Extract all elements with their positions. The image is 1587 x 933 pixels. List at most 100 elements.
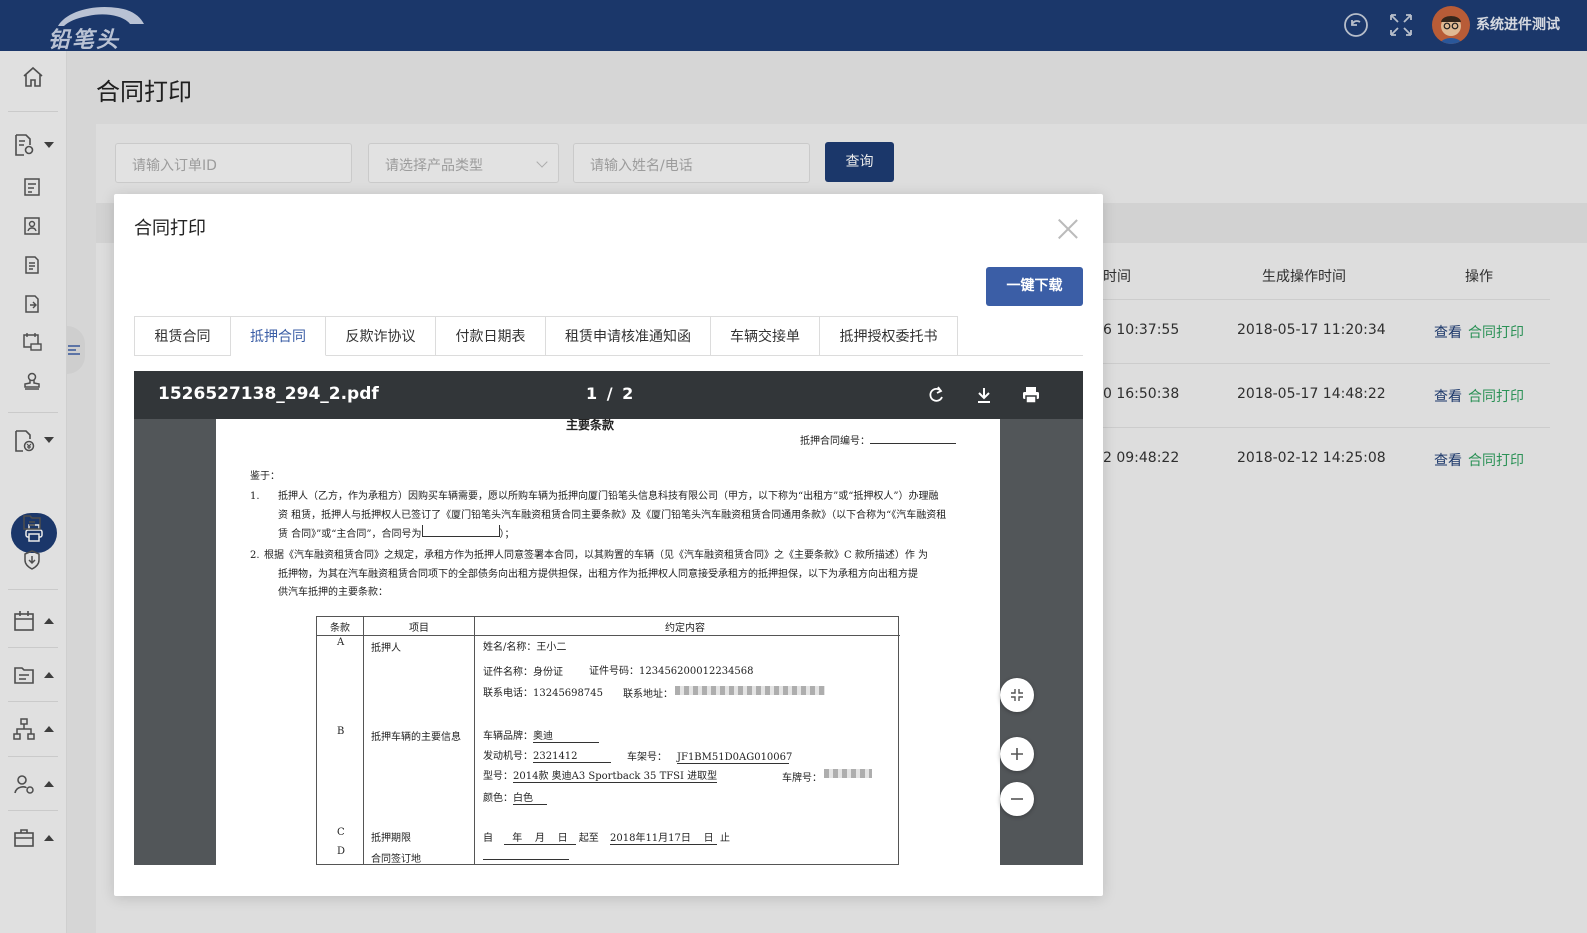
printer-icon[interactable]: [1021, 385, 1041, 405]
vin-value: JF1BM51D0AG010067: [677, 752, 793, 764]
field-brand: 车辆品牌：奥迪: [483, 727, 599, 743]
name-label: 姓名/名称：: [483, 642, 537, 653]
signing-place-blank: [483, 859, 569, 860]
term-month: 月: [534, 833, 545, 844]
clause-1-line-3-end: ）；: [499, 529, 515, 540]
clause-1-line-3: 赁 合同》”或“主合同”，合同号为 ）；: [278, 525, 515, 544]
tab-vehicle-handover[interactable]: 车辆交接单: [711, 316, 820, 356]
address-redacted: [675, 686, 825, 695]
table-col-line: [474, 617, 475, 865]
row-b-item: 抵押车辆的主要信息: [371, 732, 461, 743]
tab-payment-schedule[interactable]: 付款日期表: [436, 316, 546, 356]
pdf-page-indicator: 1 / 2: [586, 384, 633, 403]
vin-label: 车架号：: [627, 752, 667, 763]
color-value: 白色: [513, 789, 547, 805]
pdf-heading: 主要条款: [566, 418, 615, 432]
rotate-icon[interactable]: [926, 385, 946, 405]
table-col-line: [363, 617, 364, 865]
brand-label: 车辆品牌：: [483, 731, 533, 742]
zoom-out-button[interactable]: [1000, 782, 1034, 816]
print-contract-modal: 合同打印 一键下载 租赁合同 抵押合同 反欺诈协议 付款日期表 租赁申请核准通知…: [114, 194, 1103, 896]
name-value: 王小二: [536, 642, 567, 653]
minus-icon: [1011, 798, 1023, 800]
term-year: 年: [512, 833, 523, 844]
table-header-clause: 条款: [330, 623, 350, 634]
clause-2-number: 2.: [250, 550, 260, 561]
modal-title: 合同打印: [134, 218, 206, 239]
page-total: 2: [622, 384, 634, 403]
field-model: 型号：2014款 奥迪A3 Sportback 35 TFSI 进取型: [483, 767, 718, 783]
phone-value: 13245698745: [533, 688, 603, 699]
contract-number-blank: [870, 432, 956, 444]
fit-page-button[interactable]: [1000, 678, 1034, 712]
tab-anti-fraud[interactable]: 反欺诈协议: [326, 316, 436, 356]
engine-value: 2321412: [533, 751, 611, 763]
clause-1-line-3-text: 赁 合同》”或“主合同”，合同号为: [278, 529, 422, 540]
clause-1-line-2: 资 租赁，抵押人与抵押权人已签订了《厦门铅笔头汽车融资租赁合同主要条款》及《厦门…: [278, 510, 947, 521]
term-end: 止: [720, 833, 730, 844]
id-type-label: 证件名称：: [483, 667, 533, 678]
plate-redacted: [824, 769, 872, 778]
contract-no-blank: [421, 525, 500, 537]
term-start-date: 年 月 日: [504, 829, 576, 845]
whereas-label: 鉴于：: [250, 471, 280, 482]
contract-number: 抵押合同编号：: [800, 432, 956, 451]
mortgage-terms-table: 条款 项目 约定内容 A 抵押人 姓名/名称：王小二 证件名称：身份证 证件号码…: [316, 616, 900, 865]
field-engine: 发动机号：2321412: [483, 747, 611, 763]
row-c-code: C: [337, 827, 345, 838]
id-number-value: 123456200012234568: [639, 666, 754, 677]
pdf-filename: 1526527138_294_2.pdf: [158, 384, 379, 404]
clause-1-number: 1.: [250, 491, 260, 502]
pdf-viewer[interactable]: 1526527138_294_2.pdf 1 / 2 主要条款 抵押合同编号： …: [134, 371, 1083, 865]
term-end-value: 2018年11月17日: [610, 833, 691, 844]
tab-lease-contract[interactable]: 租赁合同: [134, 316, 231, 356]
term-end-day: 日: [703, 833, 714, 844]
brand-value: 奥迪: [533, 727, 599, 743]
id-number-label: 证件号码：: [589, 666, 639, 677]
contract-number-label: 抵押合同编号：: [800, 436, 870, 447]
term-from: 自: [483, 833, 493, 844]
fit-page-icon: [1011, 689, 1023, 701]
tab-approval-notice[interactable]: 租赁申请核准通知函: [546, 316, 711, 356]
pdf-page: 主要条款 抵押合同编号： 鉴于： 1. 抵押人（乙方，作为承租方）因购买车辆需要…: [216, 418, 1000, 865]
clause-1-line-1: 抵押人（乙方，作为承租方）因购买车辆需要，愿以所购车辆为抵押向厦门铅笔头信息科技…: [278, 491, 939, 502]
download-all-button[interactable]: 一键下载: [986, 267, 1083, 306]
term-end-date: 2018年11月17日 日: [610, 829, 717, 845]
row-d-code: D: [337, 846, 346, 857]
id-type-value: 身份证: [533, 667, 563, 678]
color-label: 颜色：: [483, 793, 513, 804]
row-a-code: A: [337, 637, 345, 648]
model-value: 2014款 奥迪A3 Sportback 35 TFSI 进取型: [513, 767, 718, 783]
row-c-item: 抵押期限: [371, 833, 411, 844]
model-label: 型号：: [483, 771, 513, 782]
phone-label: 联系电话：: [483, 688, 533, 699]
row-b-code: B: [337, 726, 345, 737]
tab-mortgage-contract[interactable]: 抵押合同: [231, 316, 326, 356]
term-day: 日: [557, 833, 568, 844]
term-to: 起至: [578, 833, 599, 844]
contract-tabs: 租赁合同 抵押合同 反欺诈协议 付款日期表 租赁申请核准通知函 车辆交接单 抵押…: [134, 316, 1083, 356]
row-a-item: 抵押人: [371, 643, 401, 654]
page-current[interactable]: 1: [586, 384, 597, 403]
download-icon[interactable]: [974, 385, 994, 405]
clause-2-line-1: 根据《汽车融资租赁合同》之规定，承租方作为抵押人同意签署本合同，以其购置的车辆（…: [264, 550, 929, 561]
plus-icon: [1011, 748, 1023, 760]
table-header-item: 项目: [409, 623, 429, 634]
table-header-content: 约定内容: [665, 623, 705, 634]
field-id-type: 证件名称：身份证: [483, 663, 563, 678]
engine-label: 发动机号：: [483, 751, 533, 762]
tab-mortgage-authorization[interactable]: 抵押授权委托书: [820, 316, 958, 356]
clause-2-line-2: 抵押物，为其在汽车融资租赁合同项下的全部债务向出租方提供担保，出租方作为抵押权人…: [278, 569, 918, 580]
page-separator: /: [606, 384, 613, 403]
field-vin: 车架号： JF1BM51D0AG010067: [627, 748, 793, 764]
zoom-in-button[interactable]: [1000, 737, 1034, 771]
pdf-toolbar: 1526527138_294_2.pdf 1 / 2: [134, 371, 1083, 419]
row-d-item: 合同签订地: [371, 854, 421, 865]
clause-2-line-3: 供汽车抵押的主要条款：: [278, 587, 388, 598]
close-icon[interactable]: [1057, 218, 1079, 240]
address-label: 联系地址：: [623, 689, 673, 700]
field-term: 自 年 月 日 起至 2018年11月17日 日 止: [483, 829, 730, 845]
field-id-number: 证件号码：123456200012234568: [589, 662, 754, 677]
table-row-line: [317, 635, 900, 636]
field-name: 姓名/名称：王小二: [483, 638, 566, 653]
